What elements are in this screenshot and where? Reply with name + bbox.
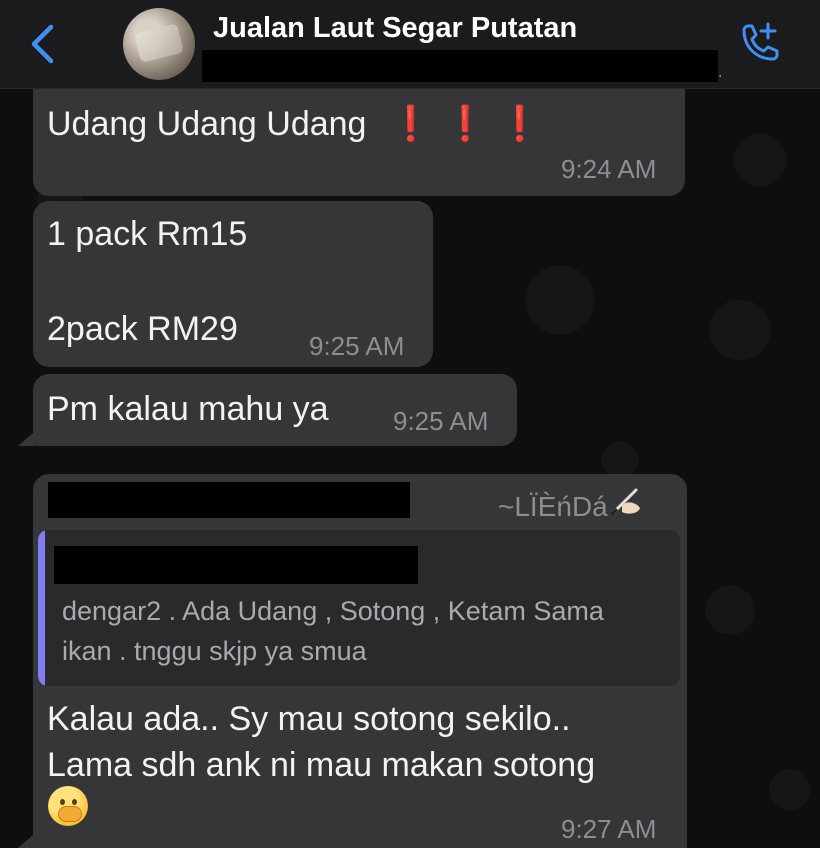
- subtitle-suffix: .: [718, 64, 723, 81]
- message-line: Lama sdh ank ni mau makan sotong: [47, 746, 596, 784]
- quoted-sender-redacted: [54, 546, 418, 584]
- message-time: 9:27 AM: [561, 814, 657, 844]
- message-text: Udang Udang Udang ❗❗❗: [47, 104, 553, 144]
- back-button[interactable]: [22, 22, 62, 66]
- exclamation-emoji: ❗❗❗: [389, 105, 553, 143]
- message-line: 2pack RM29: [47, 310, 238, 348]
- message-line: Kalau ada.. Sy mau sotong sekilo..: [47, 700, 571, 738]
- quoted-text-line: ikan . tnggu skjp ya smua: [62, 636, 367, 666]
- face-with-hand-over-mouth-icon: [48, 786, 88, 826]
- quote-accent-bar: [38, 530, 45, 686]
- message-bubble[interactable]: Udang Udang Udang ❗❗❗ 9:24 AM: [33, 86, 685, 196]
- writing-hand-icon: [610, 486, 644, 523]
- participants-redacted: [202, 50, 718, 82]
- sender-phone-redacted: [48, 482, 410, 518]
- chat-title[interactable]: Jualan Laut Segar Putatan: [213, 12, 577, 45]
- quoted-text-line: dengar2 . Ada Udang , Sotong , Ketam Sam…: [62, 596, 604, 626]
- message-text-content: Udang Udang Udang: [47, 105, 367, 143]
- message-time: 9:25 AM: [393, 406, 489, 436]
- message-text: Pm kalau mahu ya: [47, 390, 329, 428]
- add-call-icon: [742, 22, 779, 61]
- bubble-tail: [18, 834, 34, 848]
- chat-header: Jualan Laut Segar Putatan .: [0, 0, 820, 89]
- message-time: 9:24 AM: [561, 154, 657, 184]
- message-bubble[interactable]: Pm kalau mahu ya 9:25 AM: [33, 374, 517, 446]
- sender-name-text: ~LÏÈńDá: [498, 491, 608, 522]
- quoted-message[interactable]: dengar2 . Ada Udang , Sotong , Ketam Sam…: [38, 530, 680, 686]
- message-bubble[interactable]: 1 pack Rm15 2pack RM29 9:25 AM: [33, 201, 433, 367]
- chevron-left-icon: [31, 24, 54, 64]
- add-call-button[interactable]: [734, 18, 784, 68]
- sender-name[interactable]: ~LÏÈńDá: [498, 486, 644, 523]
- message-line: 1 pack Rm15: [47, 215, 248, 253]
- group-avatar[interactable]: [123, 8, 195, 80]
- bubble-tail: [18, 432, 34, 446]
- message-time: 9:25 AM: [309, 331, 405, 361]
